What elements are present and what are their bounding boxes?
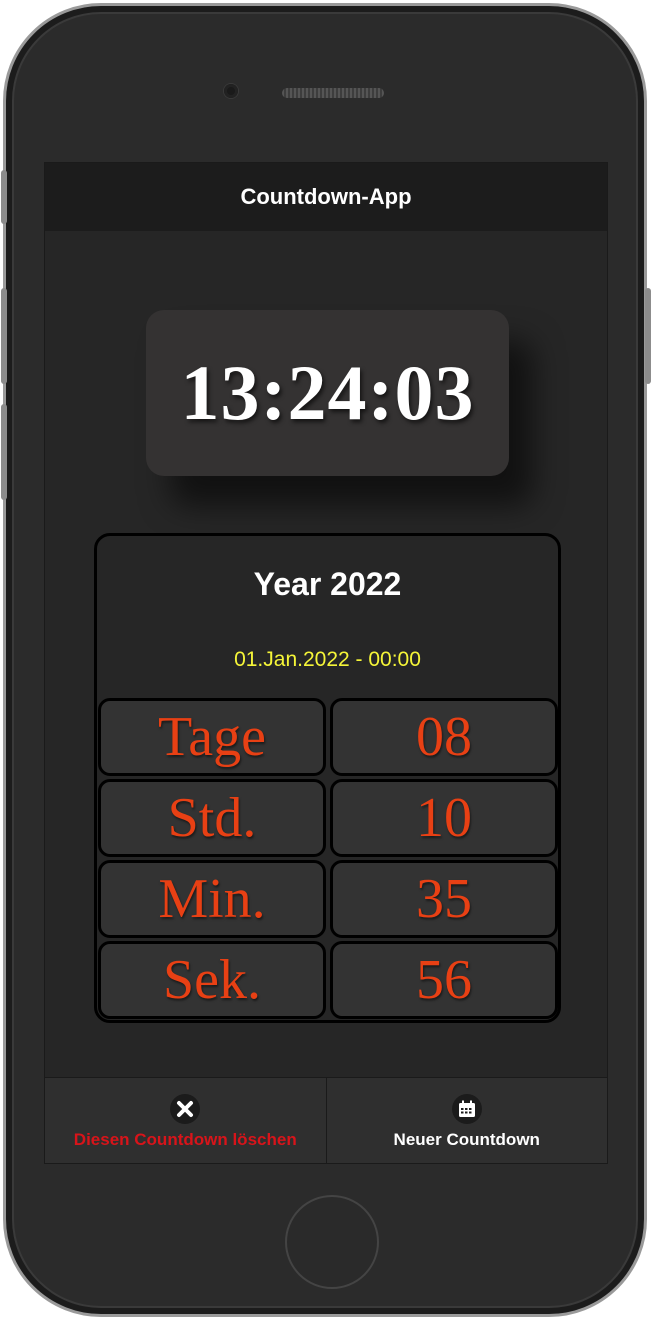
front-camera [224,84,238,98]
seconds-label: Sek. [98,941,326,1019]
new-countdown-button[interactable]: Neuer Countdown [327,1078,608,1163]
app-header: Countdown-App [45,163,607,231]
minutes-value: 35 [330,860,558,938]
hours-label: Std. [98,779,326,857]
close-circle-icon [170,1094,201,1124]
days-value: 08 [330,698,558,776]
minutes-label: Min. [98,860,326,938]
app-screen: Countdown-App 13:24:03 Year 2022 01.Jan.… [44,162,608,1164]
volume-down-button [1,404,7,500]
home-button[interactable] [285,1195,379,1289]
volume-up-button [1,288,7,384]
calendar-icon [451,1094,482,1124]
footer-navbar: Diesen Countdown löschen Neuer Countdown [45,1077,608,1163]
countdown-card: Year 2022 01.Jan.2022 - 00:00 Tage 08 St… [94,533,561,1023]
new-countdown-label: Neuer Countdown [393,1130,540,1149]
hours-value: 10 [330,779,558,857]
earpiece-speaker [282,88,384,98]
countdown-title: Year 2022 [253,566,402,602]
days-label: Tage [98,698,326,776]
delete-countdown-button[interactable]: Diesen Countdown löschen [45,1078,327,1163]
app-title: Countdown-App [240,184,412,209]
current-time: 13:24:03 [180,349,475,436]
current-time-display: 13:24:03 [146,310,509,476]
mute-switch [1,170,7,224]
seconds-value: 56 [330,941,558,1019]
countdown-target-date: 01.Jan.2022 - 00:00 [234,648,421,671]
power-button [645,288,651,384]
delete-countdown-label: Diesen Countdown löschen [73,1130,297,1149]
